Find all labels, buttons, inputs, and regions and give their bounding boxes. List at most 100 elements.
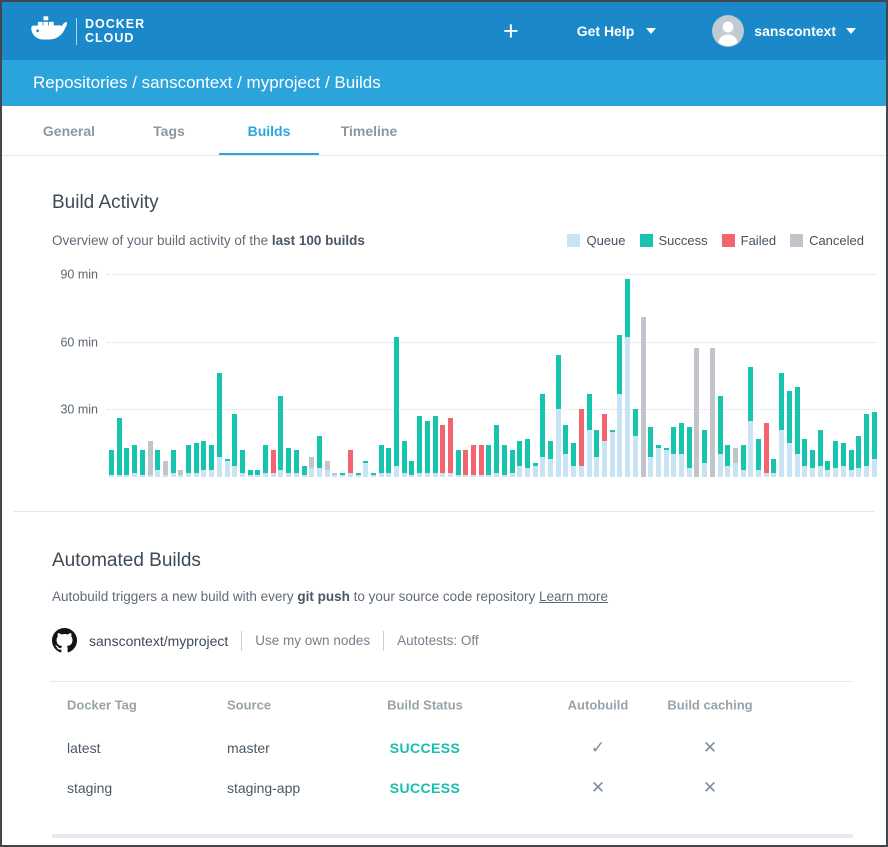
build-bar[interactable] bbox=[271, 450, 276, 477]
build-bar[interactable] bbox=[548, 441, 553, 477]
build-bar[interactable] bbox=[386, 448, 391, 477]
build-bar[interactable] bbox=[540, 394, 545, 477]
build-bar[interactable] bbox=[132, 445, 137, 477]
build-bar[interactable] bbox=[810, 450, 815, 477]
build-bar[interactable] bbox=[533, 463, 538, 477]
build-bar[interactable] bbox=[510, 450, 515, 477]
build-bar[interactable] bbox=[602, 414, 607, 477]
docker-cloud-logo[interactable]: DOCKER CLOUD bbox=[30, 15, 145, 48]
build-bar[interactable] bbox=[833, 441, 838, 477]
get-help-menu[interactable]: Get Help bbox=[577, 23, 657, 39]
build-bar[interactable] bbox=[563, 425, 568, 477]
build-bar[interactable] bbox=[525, 439, 530, 477]
build-bar[interactable] bbox=[471, 445, 476, 477]
build-bar[interactable] bbox=[872, 412, 877, 477]
build-bar[interactable] bbox=[178, 470, 183, 477]
build-bar[interactable] bbox=[232, 414, 237, 477]
build-bar[interactable] bbox=[348, 450, 353, 477]
build-bar[interactable] bbox=[325, 461, 330, 477]
build-bar[interactable] bbox=[633, 409, 638, 477]
tab-tags[interactable]: Tags bbox=[119, 106, 219, 155]
tab-builds[interactable]: Builds bbox=[219, 106, 319, 155]
build-bar[interactable] bbox=[263, 445, 268, 477]
table-row[interactable]: stagingstaging-appSUCCESS✕✕ bbox=[50, 768, 853, 808]
build-bar[interactable] bbox=[671, 427, 676, 477]
build-bar[interactable] bbox=[317, 436, 322, 477]
build-bar[interactable] bbox=[702, 430, 707, 477]
build-bar[interactable] bbox=[155, 450, 160, 477]
build-bar[interactable] bbox=[109, 450, 114, 477]
build-bar[interactable] bbox=[425, 421, 430, 477]
build-bar[interactable] bbox=[225, 459, 230, 477]
build-bar[interactable] bbox=[486, 445, 491, 477]
build-bar[interactable] bbox=[725, 445, 730, 477]
build-bar[interactable] bbox=[278, 396, 283, 477]
create-new-button[interactable]: + bbox=[503, 18, 519, 45]
build-bar[interactable] bbox=[356, 473, 361, 478]
build-bar[interactable] bbox=[440, 425, 445, 477]
build-bar[interactable] bbox=[209, 445, 214, 477]
build-bar[interactable] bbox=[856, 436, 861, 477]
build-bar[interactable] bbox=[186, 445, 191, 477]
build-bar[interactable] bbox=[248, 470, 253, 477]
build-bar[interactable] bbox=[756, 439, 761, 477]
build-bar[interactable] bbox=[409, 461, 414, 477]
build-bar[interactable] bbox=[610, 430, 615, 477]
build-bar[interactable] bbox=[771, 459, 776, 477]
build-bar[interactable] bbox=[802, 439, 807, 477]
tab-timeline[interactable]: Timeline bbox=[319, 106, 419, 155]
build-bar[interactable] bbox=[864, 414, 869, 477]
build-bar[interactable] bbox=[479, 445, 484, 477]
build-bar[interactable] bbox=[625, 279, 630, 477]
build-bar[interactable] bbox=[309, 457, 314, 477]
build-bar[interactable] bbox=[741, 445, 746, 477]
build-bar[interactable] bbox=[286, 448, 291, 477]
build-bar[interactable] bbox=[217, 373, 222, 477]
build-bar[interactable] bbox=[587, 394, 592, 477]
build-bar[interactable] bbox=[718, 396, 723, 477]
build-bar[interactable] bbox=[710, 348, 715, 477]
build-bar[interactable] bbox=[579, 409, 584, 477]
build-bar[interactable] bbox=[332, 473, 337, 478]
build-bar[interactable] bbox=[787, 391, 792, 477]
build-bar[interactable] bbox=[124, 448, 129, 477]
build-bar[interactable] bbox=[733, 448, 738, 477]
build-bar[interactable] bbox=[363, 461, 368, 477]
build-bar[interactable] bbox=[379, 445, 384, 477]
learn-more-link[interactable]: Learn more bbox=[539, 589, 608, 604]
build-bar[interactable] bbox=[448, 418, 453, 477]
build-bar[interactable] bbox=[818, 430, 823, 477]
build-bar[interactable] bbox=[517, 441, 522, 477]
build-bar[interactable] bbox=[148, 441, 153, 477]
build-bar[interactable] bbox=[302, 466, 307, 477]
build-bar[interactable] bbox=[417, 416, 422, 477]
build-bar[interactable] bbox=[201, 441, 206, 477]
build-bar[interactable] bbox=[140, 450, 145, 477]
build-bar[interactable] bbox=[664, 448, 669, 477]
build-bar[interactable] bbox=[371, 473, 376, 478]
build-bar[interactable] bbox=[502, 445, 507, 477]
use-own-nodes-link[interactable]: Use my own nodes bbox=[255, 633, 370, 648]
build-bar[interactable] bbox=[687, 427, 692, 477]
build-bar[interactable] bbox=[849, 450, 854, 477]
build-bar[interactable] bbox=[617, 335, 622, 477]
build-bar[interactable] bbox=[394, 337, 399, 477]
breadcrumb[interactable]: Repositories / sanscontext / myproject /… bbox=[33, 73, 381, 93]
user-menu[interactable]: sanscontext bbox=[712, 15, 856, 47]
build-bar[interactable] bbox=[494, 425, 499, 477]
build-bar[interactable] bbox=[456, 450, 461, 477]
tab-general[interactable]: General bbox=[19, 106, 119, 155]
build-bar[interactable] bbox=[795, 387, 800, 477]
build-bar[interactable] bbox=[694, 348, 699, 477]
build-bar[interactable] bbox=[779, 373, 784, 477]
build-bar[interactable] bbox=[255, 470, 260, 477]
table-row[interactable]: latestmasterSUCCESS✓✕ bbox=[50, 728, 853, 768]
build-bar[interactable] bbox=[556, 355, 561, 477]
build-bar[interactable] bbox=[679, 423, 684, 477]
build-bar[interactable] bbox=[433, 416, 438, 477]
build-bar[interactable] bbox=[117, 418, 122, 477]
build-bar[interactable] bbox=[571, 443, 576, 477]
build-bar[interactable] bbox=[648, 427, 653, 477]
build-bar[interactable] bbox=[240, 450, 245, 477]
build-bar[interactable] bbox=[641, 317, 646, 477]
